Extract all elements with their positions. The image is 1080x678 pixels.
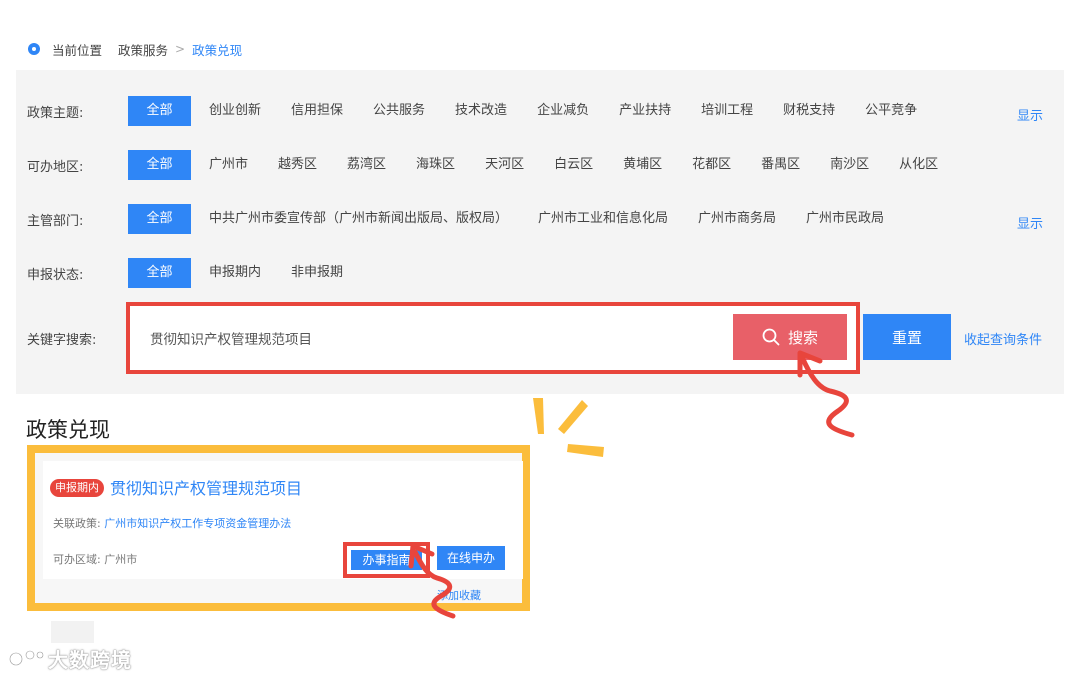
status-option[interactable]: 申报期内 xyxy=(209,258,261,288)
search-icon xyxy=(762,328,780,346)
watermark-text: 大数跨境 xyxy=(48,648,132,672)
department-option[interactable]: 中共广州市委宣传部（广州市新闻出版局、版权局） xyxy=(209,204,508,234)
watermark-logo-icon xyxy=(8,649,44,666)
watermark-backdrop xyxy=(51,621,94,643)
result-card-title[interactable]: 贯彻知识产权管理规范项目 xyxy=(110,475,302,499)
theme-option[interactable]: 产业扶持 xyxy=(619,96,671,126)
filter-label-status: 申报状态: xyxy=(27,267,84,283)
region-option[interactable]: 南沙区 xyxy=(830,150,869,180)
department-option[interactable]: 广州市工业和信息化局 xyxy=(538,204,668,234)
theme-option[interactable]: 公共服务 xyxy=(373,96,425,126)
region-option[interactable]: 荔湾区 xyxy=(347,150,386,180)
filter-row-region: 可办地区: 全部 广州市 越秀区 荔湾区 海珠区 天河区 白云区 黄埔区 花都区… xyxy=(16,150,1064,180)
status-options: 全部 申报期内 非申报期 xyxy=(128,258,373,288)
reset-button[interactable]: 重置 xyxy=(863,314,951,360)
theme-option[interactable]: 技术改造 xyxy=(455,96,507,126)
filter-row-status: 申报状态: 全部 申报期内 非申报期 xyxy=(16,258,1064,288)
department-option[interactable]: 广州市民政局 xyxy=(806,204,884,234)
region-row: 可办区域: 广州市 xyxy=(53,551,137,567)
breadcrumb-policy-redeem[interactable]: 政策兑现 xyxy=(192,40,242,59)
region-option[interactable]: 黄埔区 xyxy=(623,150,662,180)
theme-option[interactable]: 企业减负 xyxy=(537,96,589,126)
theme-option[interactable]: 创业创新 xyxy=(209,96,261,126)
filter-label-region: 可办地区: xyxy=(27,159,84,175)
theme-option[interactable]: 培训工程 xyxy=(701,96,753,126)
related-policy-row: 关联政策: 广州市知识产权工作专项资金管理办法 xyxy=(53,515,291,531)
department-show-more-link[interactable]: 显示 xyxy=(1017,213,1043,232)
keyword-search-input[interactable]: 贯彻知识产权管理规范项目 xyxy=(150,328,312,348)
yellow-burst-icon xyxy=(533,398,604,457)
breadcrumb-policy-service[interactable]: 政策服务 xyxy=(118,40,168,59)
region-option[interactable]: 番禺区 xyxy=(761,150,800,180)
collapse-filters-link[interactable]: 收起查询条件 xyxy=(964,329,1042,348)
breadcrumb-label: 当前位置 xyxy=(52,42,103,58)
breadcrumb-separator: > xyxy=(175,42,186,56)
department-option[interactable]: 广州市商务局 xyxy=(698,204,776,234)
region-option[interactable]: 天河区 xyxy=(485,150,524,180)
theme-option[interactable]: 公平竞争 xyxy=(865,96,917,126)
department-options: 全部 中共广州市委宣传部（广州市新闻出版局、版权局） 广州市工业和信息化局 广州… xyxy=(128,204,914,234)
related-policy-link[interactable]: 广州市知识产权工作专项资金管理办法 xyxy=(104,517,291,530)
region-option[interactable]: 海珠区 xyxy=(416,150,455,180)
filter-row-theme: 政策主题: 全部 创业创新 信用担保 公共服务 技术改造 企业减负 产业扶持 培… xyxy=(16,96,1064,126)
region-option[interactable]: 白云区 xyxy=(554,150,593,180)
region-option[interactable]: 花都区 xyxy=(692,150,731,180)
theme-options: 全部 创业创新 信用担保 公共服务 技术改造 企业减负 产业扶持 培训工程 财税… xyxy=(128,96,947,126)
red-arrow-annotation-icon xyxy=(408,543,456,619)
status-option[interactable]: 非申报期 xyxy=(291,258,343,288)
region-label: 可办区域: xyxy=(53,553,101,566)
filter-row-department: 主管部门: 全部 中共广州市委宣传部（广州市新闻出版局、版权局） 广州市工业和信… xyxy=(16,204,1064,234)
filter-label-department: 主管部门: xyxy=(27,213,84,229)
filter-label-keyword: 关键字搜索: xyxy=(27,333,97,348)
region-all-option[interactable]: 全部 xyxy=(128,150,191,180)
region-option[interactable]: 从化区 xyxy=(899,150,938,180)
filter-panel: 政策主题: 全部 创业创新 信用担保 公共服务 技术改造 企业减负 产业扶持 培… xyxy=(16,70,1064,394)
theme-option[interactable]: 信用担保 xyxy=(291,96,343,126)
watermark-logo: 大数跨境 xyxy=(8,644,132,673)
theme-all-option[interactable]: 全部 xyxy=(128,96,191,126)
status-all-option[interactable]: 全部 xyxy=(128,258,191,288)
region-option[interactable]: 越秀区 xyxy=(278,150,317,180)
region-options: 全部 广州市 越秀区 荔湾区 海珠区 天河区 白云区 黄埔区 花都区 番禺区 南… xyxy=(128,150,968,180)
region-value: 广州市 xyxy=(104,553,138,566)
location-dot-icon xyxy=(28,43,40,55)
theme-show-more-link[interactable]: 显示 xyxy=(1017,105,1043,124)
keyword-search-highlight: 贯彻知识产权管理规范项目 搜索 xyxy=(126,302,860,374)
filter-label-theme: 政策主题: xyxy=(27,105,84,121)
department-all-option[interactable]: 全部 xyxy=(128,204,191,234)
related-policy-label: 关联政策: xyxy=(53,517,101,530)
results-section-title: 政策兑现 xyxy=(26,418,110,442)
region-option[interactable]: 广州市 xyxy=(209,150,248,180)
breadcrumb: 当前位置 政策服务 > 政策兑现 xyxy=(28,40,242,58)
theme-option[interactable]: 财税支持 xyxy=(783,96,835,126)
status-badge: 申报期内 xyxy=(50,479,104,497)
red-arrow-annotation-icon xyxy=(797,350,855,438)
